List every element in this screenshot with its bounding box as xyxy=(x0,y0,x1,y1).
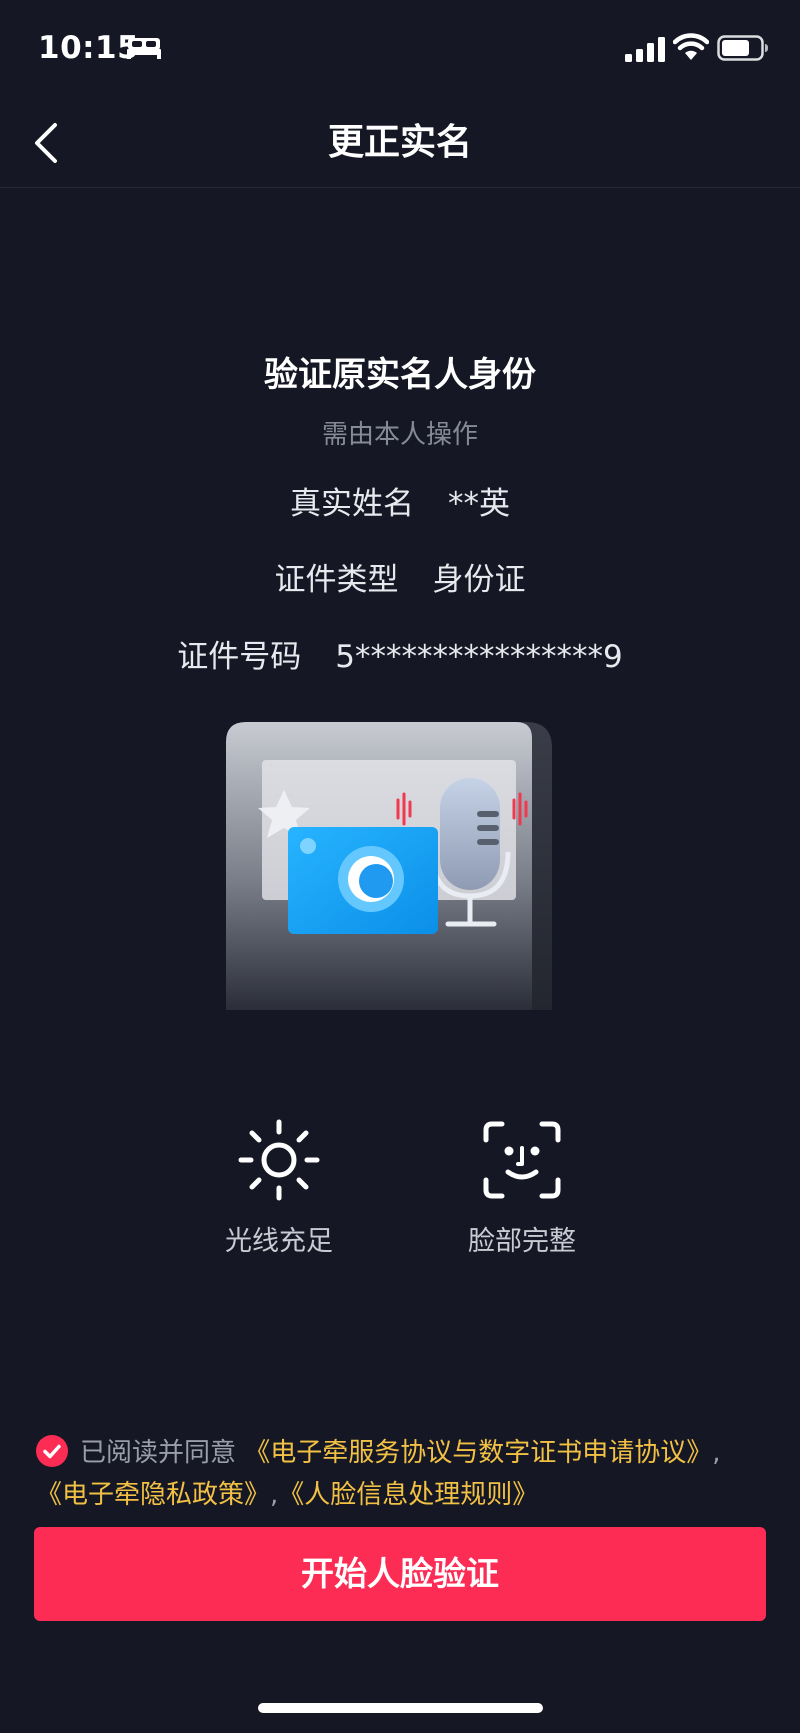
tip-light: 光线充足 xyxy=(179,1118,379,1260)
wifi-icon xyxy=(673,33,709,60)
info-label: 证件类型 xyxy=(274,562,399,598)
status-bar: 10:15 xyxy=(0,0,800,100)
info-row-id-type: 证件类型 身份证 xyxy=(0,559,800,601)
agreement: 已阅读并同意 《电子牵服务协议与数字证书申请协议》, 《电子牵隐私政策》,《人脸… xyxy=(36,1432,776,1516)
agreement-prefix: 已阅读并同意 xyxy=(80,1438,237,1468)
privacy-policy-link[interactable]: 《电子牵隐私政策》 xyxy=(36,1480,270,1510)
tip-label: 脸部完整 xyxy=(468,1226,576,1257)
face-scan-icon xyxy=(483,1121,561,1199)
info-label: 证件号码 xyxy=(177,639,302,675)
agreement-checkbox[interactable] xyxy=(36,1435,68,1467)
info-row-id-number: 证件号码 5****************9 xyxy=(0,636,800,678)
info-value: 5****************9 xyxy=(335,639,623,675)
signal-icon xyxy=(625,37,665,62)
service-agreement-link[interactable]: 《电子牵服务协议与数字证书申请协议》 xyxy=(244,1438,712,1468)
status-time: 10:15 xyxy=(38,30,140,66)
verify-subheading: 需由本人操作 xyxy=(321,420,478,450)
camera-microphone-illustration xyxy=(226,722,552,1010)
nav-bar: 更正实名 xyxy=(0,100,800,188)
verify-heading: 验证原实名人身份 xyxy=(264,355,536,395)
info-value: **英 xyxy=(448,486,510,522)
page-title: 更正实名 xyxy=(327,122,472,163)
agreement-separator: , xyxy=(712,1438,721,1468)
battery-icon xyxy=(717,35,768,61)
info-row-real-name: 真实姓名 **英 xyxy=(0,483,800,525)
tip-label: 光线充足 xyxy=(225,1226,333,1257)
info-label: 真实姓名 xyxy=(290,486,414,522)
bed-icon xyxy=(127,38,161,59)
start-face-verification-button[interactable]: 开始人脸验证 xyxy=(34,1527,766,1621)
info-value: 身份证 xyxy=(432,562,526,598)
sun-icon xyxy=(238,1119,320,1201)
tip-face: 脸部完整 xyxy=(422,1118,622,1260)
face-info-rules-link[interactable]: 《人脸信息处理规则》 xyxy=(278,1480,538,1510)
home-indicator xyxy=(258,1703,543,1713)
